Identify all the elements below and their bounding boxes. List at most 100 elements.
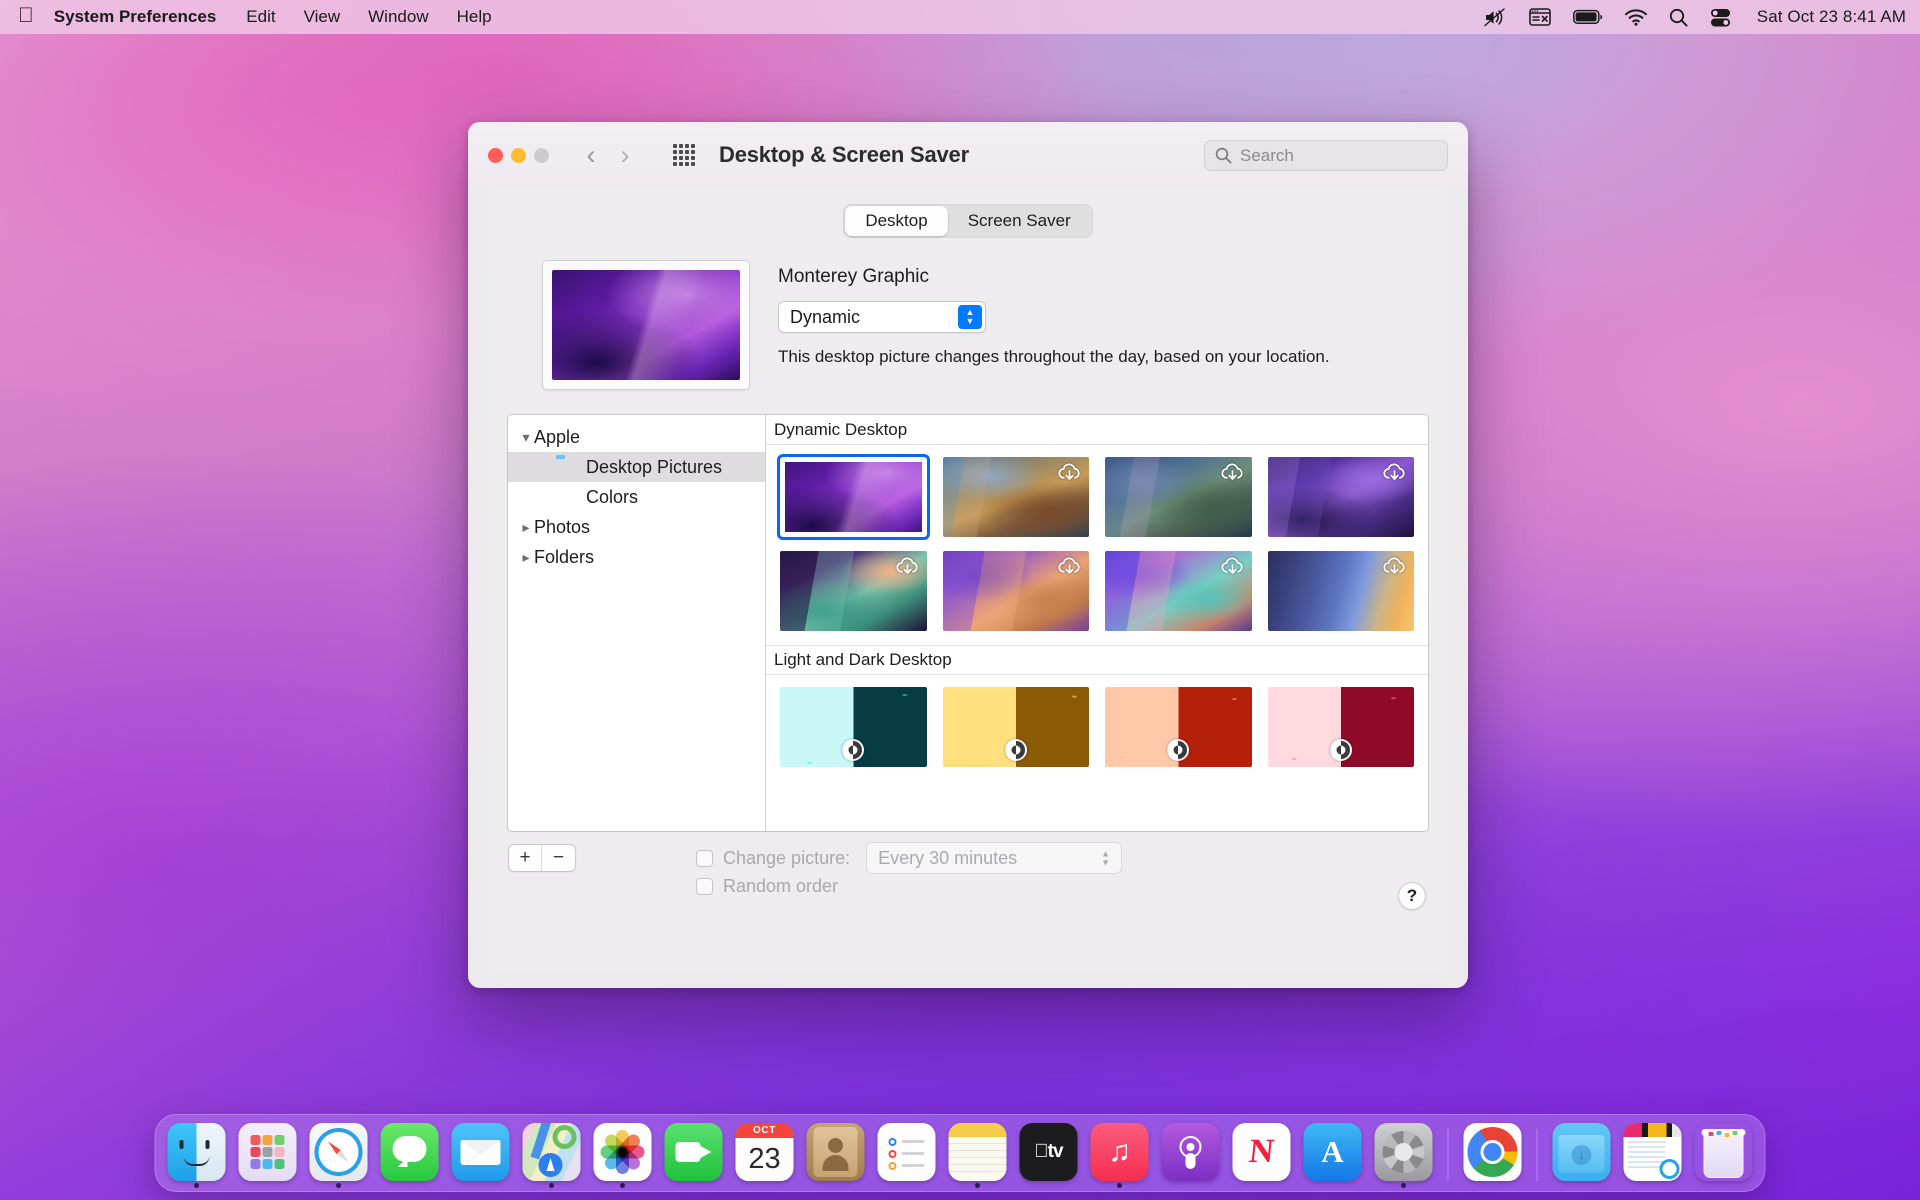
sidebar-item-desktop-pictures[interactable]: Desktop Pictures xyxy=(508,452,765,482)
dock-item-appletv[interactable]: tv xyxy=(1019,1123,1078,1181)
dock-item-contacts[interactable] xyxy=(806,1123,865,1181)
forward-button[interactable]: › xyxy=(611,140,639,170)
menu-item-view[interactable]: View xyxy=(304,7,341,27)
tab-desktop[interactable]: Desktop xyxy=(845,206,948,236)
wallpaper-thumbnail[interactable] xyxy=(1267,687,1414,767)
maps-icon[interactable] xyxy=(522,1123,581,1181)
menu-item-system-preferences[interactable]: System Preferences xyxy=(54,7,217,27)
back-button[interactable]: ‹ xyxy=(577,140,605,170)
change-interval-popup[interactable]: Every 30 minutes ▲ ▼ xyxy=(866,842,1123,874)
random-order-checkbox[interactable] xyxy=(696,877,713,895)
wallpaper-thumbnail[interactable] xyxy=(1105,551,1252,631)
sidebar-item-colors[interactable]: Colors xyxy=(508,482,765,512)
folder-icon xyxy=(556,458,578,476)
music-icon[interactable]: ♫ xyxy=(1090,1123,1149,1181)
dock-item-calendar[interactable]: OCT 23 xyxy=(735,1123,794,1181)
dock-item-news[interactable]: N xyxy=(1232,1123,1291,1181)
appletv-icon[interactable]: tv xyxy=(1019,1123,1078,1181)
search-input[interactable] xyxy=(1240,145,1437,166)
contacts-icon[interactable] xyxy=(806,1123,865,1181)
menu-item-window[interactable]: Window xyxy=(368,7,428,27)
downloads-stack-icon[interactable]: ↓ xyxy=(1552,1123,1611,1181)
screen-mirroring-icon[interactable] xyxy=(1528,8,1551,26)
safari-icon[interactable] xyxy=(309,1123,368,1181)
dock-item-appstore[interactable]: A xyxy=(1303,1123,1362,1181)
dock-item-facetime[interactable] xyxy=(664,1123,723,1181)
desktop-mode-popup[interactable]: Dynamic ▲ ▼ xyxy=(778,301,986,333)
dock-item-chrome[interactable] xyxy=(1463,1123,1522,1181)
news-icon[interactable]: N xyxy=(1232,1123,1291,1181)
dock-item-safari-window-minimized[interactable] xyxy=(1623,1123,1682,1181)
sidebar-item-label: Folders xyxy=(534,546,595,567)
wallpaper-thumbnail[interactable] xyxy=(942,457,1089,537)
show-all-icon[interactable] xyxy=(671,142,697,168)
wallpaper-thumbnail[interactable] xyxy=(780,687,927,767)
wallpaper-thumbnail[interactable] xyxy=(780,457,927,537)
system-preferences-icon[interactable] xyxy=(1374,1123,1433,1181)
sidebar-item-photos[interactable]: ▸ Photos xyxy=(508,512,765,542)
dock-item-maps[interactable] xyxy=(522,1123,581,1188)
menu-bar-clock[interactable]: Sat Oct 23 8:41 AM xyxy=(1757,7,1906,27)
finder-icon[interactable] xyxy=(167,1123,226,1181)
chevron-right-icon[interactable]: ▸ xyxy=(518,549,534,566)
add-folder-button[interactable]: + xyxy=(509,845,542,871)
chevron-right-icon[interactable]: ▸ xyxy=(518,519,534,536)
dock-item-messages[interactable] xyxy=(380,1123,439,1181)
zoom-button[interactable] xyxy=(534,147,549,163)
dock-item-launchpad[interactable] xyxy=(238,1123,297,1181)
dock-item-finder[interactable] xyxy=(167,1123,226,1188)
dock-item-podcasts[interactable] xyxy=(1161,1123,1220,1181)
wallpaper-thumbnail[interactable] xyxy=(780,551,927,631)
wifi-icon[interactable] xyxy=(1624,8,1647,26)
search-field[interactable] xyxy=(1204,140,1448,171)
calendar-icon[interactable]: OCT 23 xyxy=(735,1123,794,1181)
apple-menu-icon[interactable]:  xyxy=(18,5,34,26)
chevron-updown-icon[interactable]: ▲ ▼ xyxy=(958,305,982,329)
safari-window-minimized-icon[interactable] xyxy=(1623,1123,1682,1181)
control-center-icon[interactable] xyxy=(1710,8,1731,27)
appstore-icon[interactable]: A xyxy=(1303,1123,1362,1181)
sidebar-item-folders[interactable]: ▸ Folders xyxy=(508,542,765,572)
dock-item-reminders[interactable] xyxy=(877,1123,936,1181)
tab-screen-saver[interactable]: Screen Saver xyxy=(948,206,1091,236)
menu-item-edit[interactable]: Edit xyxy=(246,7,275,27)
dock-item-safari[interactable] xyxy=(309,1123,368,1188)
dock-item-downloads-stack[interactable]: ↓ xyxy=(1552,1123,1611,1181)
photos-icon[interactable] xyxy=(593,1123,652,1181)
sidebar-item-apple[interactable]: ▾ Apple xyxy=(508,422,765,452)
wallpaper-thumbnail[interactable] xyxy=(942,551,1089,631)
dock-item-mail[interactable] xyxy=(451,1123,510,1181)
trash-icon[interactable] xyxy=(1695,1123,1753,1181)
menu-item-help[interactable]: Help xyxy=(457,7,492,27)
reminders-icon[interactable] xyxy=(877,1123,936,1181)
wallpaper-thumbnail[interactable] xyxy=(1105,687,1252,767)
remove-folder-button[interactable]: − xyxy=(542,845,575,871)
dock-item-notes[interactable] xyxy=(948,1123,1007,1188)
wallpaper-thumbnail[interactable] xyxy=(1267,551,1414,631)
notes-icon[interactable] xyxy=(948,1123,1007,1181)
facetime-icon[interactable] xyxy=(664,1123,723,1181)
podcasts-icon[interactable] xyxy=(1161,1123,1220,1181)
dock-item-music[interactable]: ♫ xyxy=(1090,1123,1149,1188)
change-picture-checkbox[interactable] xyxy=(696,849,713,867)
chrome-icon[interactable] xyxy=(1463,1123,1522,1181)
dock-item-photos[interactable] xyxy=(593,1123,652,1188)
thumbnail-gallery[interactable]: Dynamic Desktop Light and Dark Desktop xyxy=(766,415,1428,831)
minimize-button[interactable] xyxy=(511,147,526,163)
launchpad-icon[interactable] xyxy=(238,1123,297,1181)
wallpaper-thumbnail[interactable] xyxy=(942,687,1089,767)
mail-icon[interactable] xyxy=(451,1123,510,1181)
battery-icon[interactable] xyxy=(1572,9,1603,25)
wallpaper-thumbnail[interactable] xyxy=(1267,457,1414,537)
close-button[interactable] xyxy=(488,147,503,163)
help-button[interactable]: ? xyxy=(1398,882,1426,910)
dock-item-trash[interactable] xyxy=(1695,1123,1753,1181)
messages-icon[interactable] xyxy=(380,1123,439,1181)
current-picture-preview[interactable] xyxy=(542,260,750,390)
spotlight-search-icon[interactable] xyxy=(1669,8,1688,27)
chevron-down-icon[interactable]: ▾ xyxy=(518,429,534,446)
wallpaper-thumbnail[interactable] xyxy=(1105,457,1252,537)
dock-item-system-preferences[interactable] xyxy=(1374,1123,1433,1188)
volume-muted-icon[interactable] xyxy=(1484,7,1507,27)
dock-separator xyxy=(1447,1129,1449,1181)
